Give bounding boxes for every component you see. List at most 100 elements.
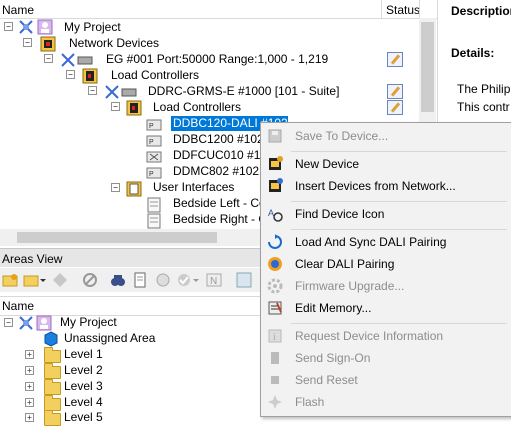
svg-text:P: P bbox=[149, 171, 154, 178]
tree-item-ddbc1200[interactable]: DDBC1200 #1021 bbox=[173, 132, 270, 146]
area-item-level-1[interactable]: Level 1 bbox=[64, 347, 103, 361]
area-item-level-2[interactable]: Level 2 bbox=[64, 363, 103, 377]
add-folder-icon[interactable] bbox=[23, 272, 39, 288]
menu-item-label: Send Reset bbox=[295, 373, 358, 387]
details-label: Details: bbox=[451, 46, 495, 60]
collapse-toggle[interactable]: − bbox=[111, 102, 120, 111]
sync-icon bbox=[267, 234, 283, 250]
expand-toggle[interactable]: + bbox=[25, 382, 34, 391]
areas-column-header-name[interactable]: Name bbox=[2, 299, 34, 313]
menu-item-edit-memory[interactable]: Edit Memory... bbox=[261, 297, 511, 319]
tree-item-network-devices[interactable]: Network Devices bbox=[69, 36, 159, 50]
load-controllers-icon bbox=[82, 68, 98, 84]
menu-item-request-info[interactable]: i Request Device Information bbox=[261, 325, 511, 347]
disabled-item-icon[interactable] bbox=[52, 272, 68, 288]
flash-icon bbox=[267, 394, 283, 410]
collapse-toggle[interactable]: − bbox=[44, 54, 53, 63]
tree-item-my-project[interactable]: My Project bbox=[64, 20, 121, 34]
menu-item-save-to-device[interactable]: Save To Device... bbox=[261, 125, 511, 147]
new-area-folder-icon[interactable] bbox=[2, 272, 18, 288]
top-tree-scroll-thumb[interactable] bbox=[421, 22, 434, 112]
refresh-icon[interactable] bbox=[155, 272, 171, 288]
find-binoculars-icon[interactable] bbox=[110, 272, 126, 288]
menu-item-load-sync-dali[interactable]: Load And Sync DALI Pairing bbox=[261, 231, 511, 253]
collapse-toggle[interactable]: − bbox=[4, 318, 13, 327]
gateway-icon bbox=[60, 52, 76, 68]
top-tree-hscroll-thumb[interactable] bbox=[17, 232, 217, 243]
menu-item-new-device[interactable]: New Device bbox=[261, 153, 511, 175]
expand-toggle[interactable]: + bbox=[25, 350, 34, 359]
tree-item-ddrc-grms-e[interactable]: DDRC-GRMS-E #1000 [101 - Suite] bbox=[148, 84, 339, 98]
tree-item-load-controllers-nested[interactable]: Load Controllers bbox=[153, 100, 241, 114]
context-menu: Save To Device... New Device Insert Devi… bbox=[260, 122, 511, 417]
device-icon bbox=[77, 52, 93, 68]
tree-item-eg-001[interactable]: EG #001 Port:50000 Range:1,000 - 1,219 bbox=[106, 52, 328, 66]
find-icon: A bbox=[267, 206, 283, 222]
check-icon[interactable] bbox=[176, 272, 192, 288]
menu-item-flash[interactable]: Flash bbox=[261, 391, 511, 413]
details-line-1: The Philip bbox=[457, 82, 511, 96]
project-icon bbox=[36, 315, 52, 331]
grid-icon[interactable] bbox=[236, 272, 252, 288]
network-devices-icon bbox=[40, 36, 56, 52]
n-icon[interactable]: N bbox=[206, 272, 222, 288]
collapse-toggle[interactable]: − bbox=[4, 22, 13, 31]
menu-item-insert-devices[interactable]: Insert Devices from Network... bbox=[261, 175, 511, 197]
column-header-status[interactable]: Status bbox=[386, 3, 420, 17]
menu-item-label: Edit Memory... bbox=[295, 301, 372, 315]
tree-item-user-interfaces[interactable]: User Interfaces bbox=[153, 180, 234, 194]
details-line-2: This contr bbox=[457, 100, 510, 114]
tree-item-bedside-left[interactable]: Bedside Left - Cop bbox=[173, 196, 272, 210]
controller-network-icon bbox=[104, 84, 120, 100]
svg-text:P: P bbox=[149, 123, 154, 130]
menu-item-find-device-icon[interactable]: A Find Device Icon bbox=[261, 203, 511, 225]
no-entry-icon[interactable] bbox=[82, 272, 98, 288]
unassigned-area-icon bbox=[43, 331, 59, 347]
area-item-level-5[interactable]: Level 5 bbox=[64, 410, 103, 424]
edit-memory-icon bbox=[267, 300, 283, 316]
collapse-toggle[interactable]: − bbox=[88, 86, 97, 95]
description-label: Description bbox=[451, 4, 511, 18]
network-icon bbox=[18, 19, 34, 35]
clear-icon bbox=[267, 256, 283, 272]
folder-icon bbox=[44, 347, 61, 363]
area-item-level-3[interactable]: Level 3 bbox=[64, 379, 103, 393]
area-item-level-4[interactable]: Level 4 bbox=[64, 395, 103, 409]
insert-devices-icon bbox=[267, 178, 283, 194]
top-tree-header bbox=[0, 0, 437, 19]
expand-toggle[interactable]: + bbox=[25, 366, 34, 375]
load-controllers-icon bbox=[126, 100, 142, 116]
user-interfaces-icon bbox=[126, 181, 142, 197]
menu-item-send-sign-on[interactable]: Send Sign-On bbox=[261, 347, 511, 369]
expand-toggle[interactable]: + bbox=[25, 398, 34, 407]
dropdown-arrow-icon[interactable] bbox=[192, 272, 200, 288]
tree-item-bedside-right[interactable]: Bedside Right - Co bbox=[173, 212, 274, 226]
menu-item-clear-dali[interactable]: Clear DALI Pairing bbox=[261, 253, 511, 275]
menu-item-send-reset[interactable]: Send Reset bbox=[261, 369, 511, 391]
menu-item-label: Insert Devices from Network... bbox=[295, 179, 456, 193]
menu-item-firmware-upgrade[interactable]: Firmware Upgrade... bbox=[261, 275, 511, 297]
gear-icon bbox=[267, 278, 283, 294]
collapse-toggle[interactable]: − bbox=[66, 70, 75, 79]
collapse-toggle[interactable]: − bbox=[23, 38, 32, 47]
device-icon bbox=[146, 149, 162, 165]
tree-item-load-controllers[interactable]: Load Controllers bbox=[111, 68, 199, 82]
collapse-toggle[interactable]: − bbox=[111, 183, 120, 192]
menu-separator bbox=[291, 323, 507, 324]
column-header-name[interactable]: Name bbox=[2, 3, 34, 17]
edit-icon[interactable] bbox=[387, 100, 403, 115]
dropdown-arrow-icon[interactable] bbox=[39, 272, 47, 288]
send-icon bbox=[267, 350, 283, 366]
menu-item-label: Flash bbox=[295, 395, 325, 409]
folder-icon bbox=[44, 363, 61, 379]
expand-toggle[interactable]: + bbox=[25, 413, 34, 422]
edit-icon[interactable] bbox=[387, 84, 403, 99]
edit-icon[interactable] bbox=[387, 52, 403, 67]
area-item-unassigned[interactable]: Unassigned Area bbox=[64, 331, 155, 345]
areas-view-title: Areas View bbox=[2, 252, 63, 266]
report-icon[interactable] bbox=[132, 272, 148, 288]
tree-item-ddmc802[interactable]: DDMC802 #1021 bbox=[173, 164, 266, 178]
area-item-my-project[interactable]: My Project bbox=[60, 315, 117, 329]
svg-text:P: P bbox=[149, 139, 154, 146]
menu-item-label: Save To Device... bbox=[295, 129, 389, 143]
